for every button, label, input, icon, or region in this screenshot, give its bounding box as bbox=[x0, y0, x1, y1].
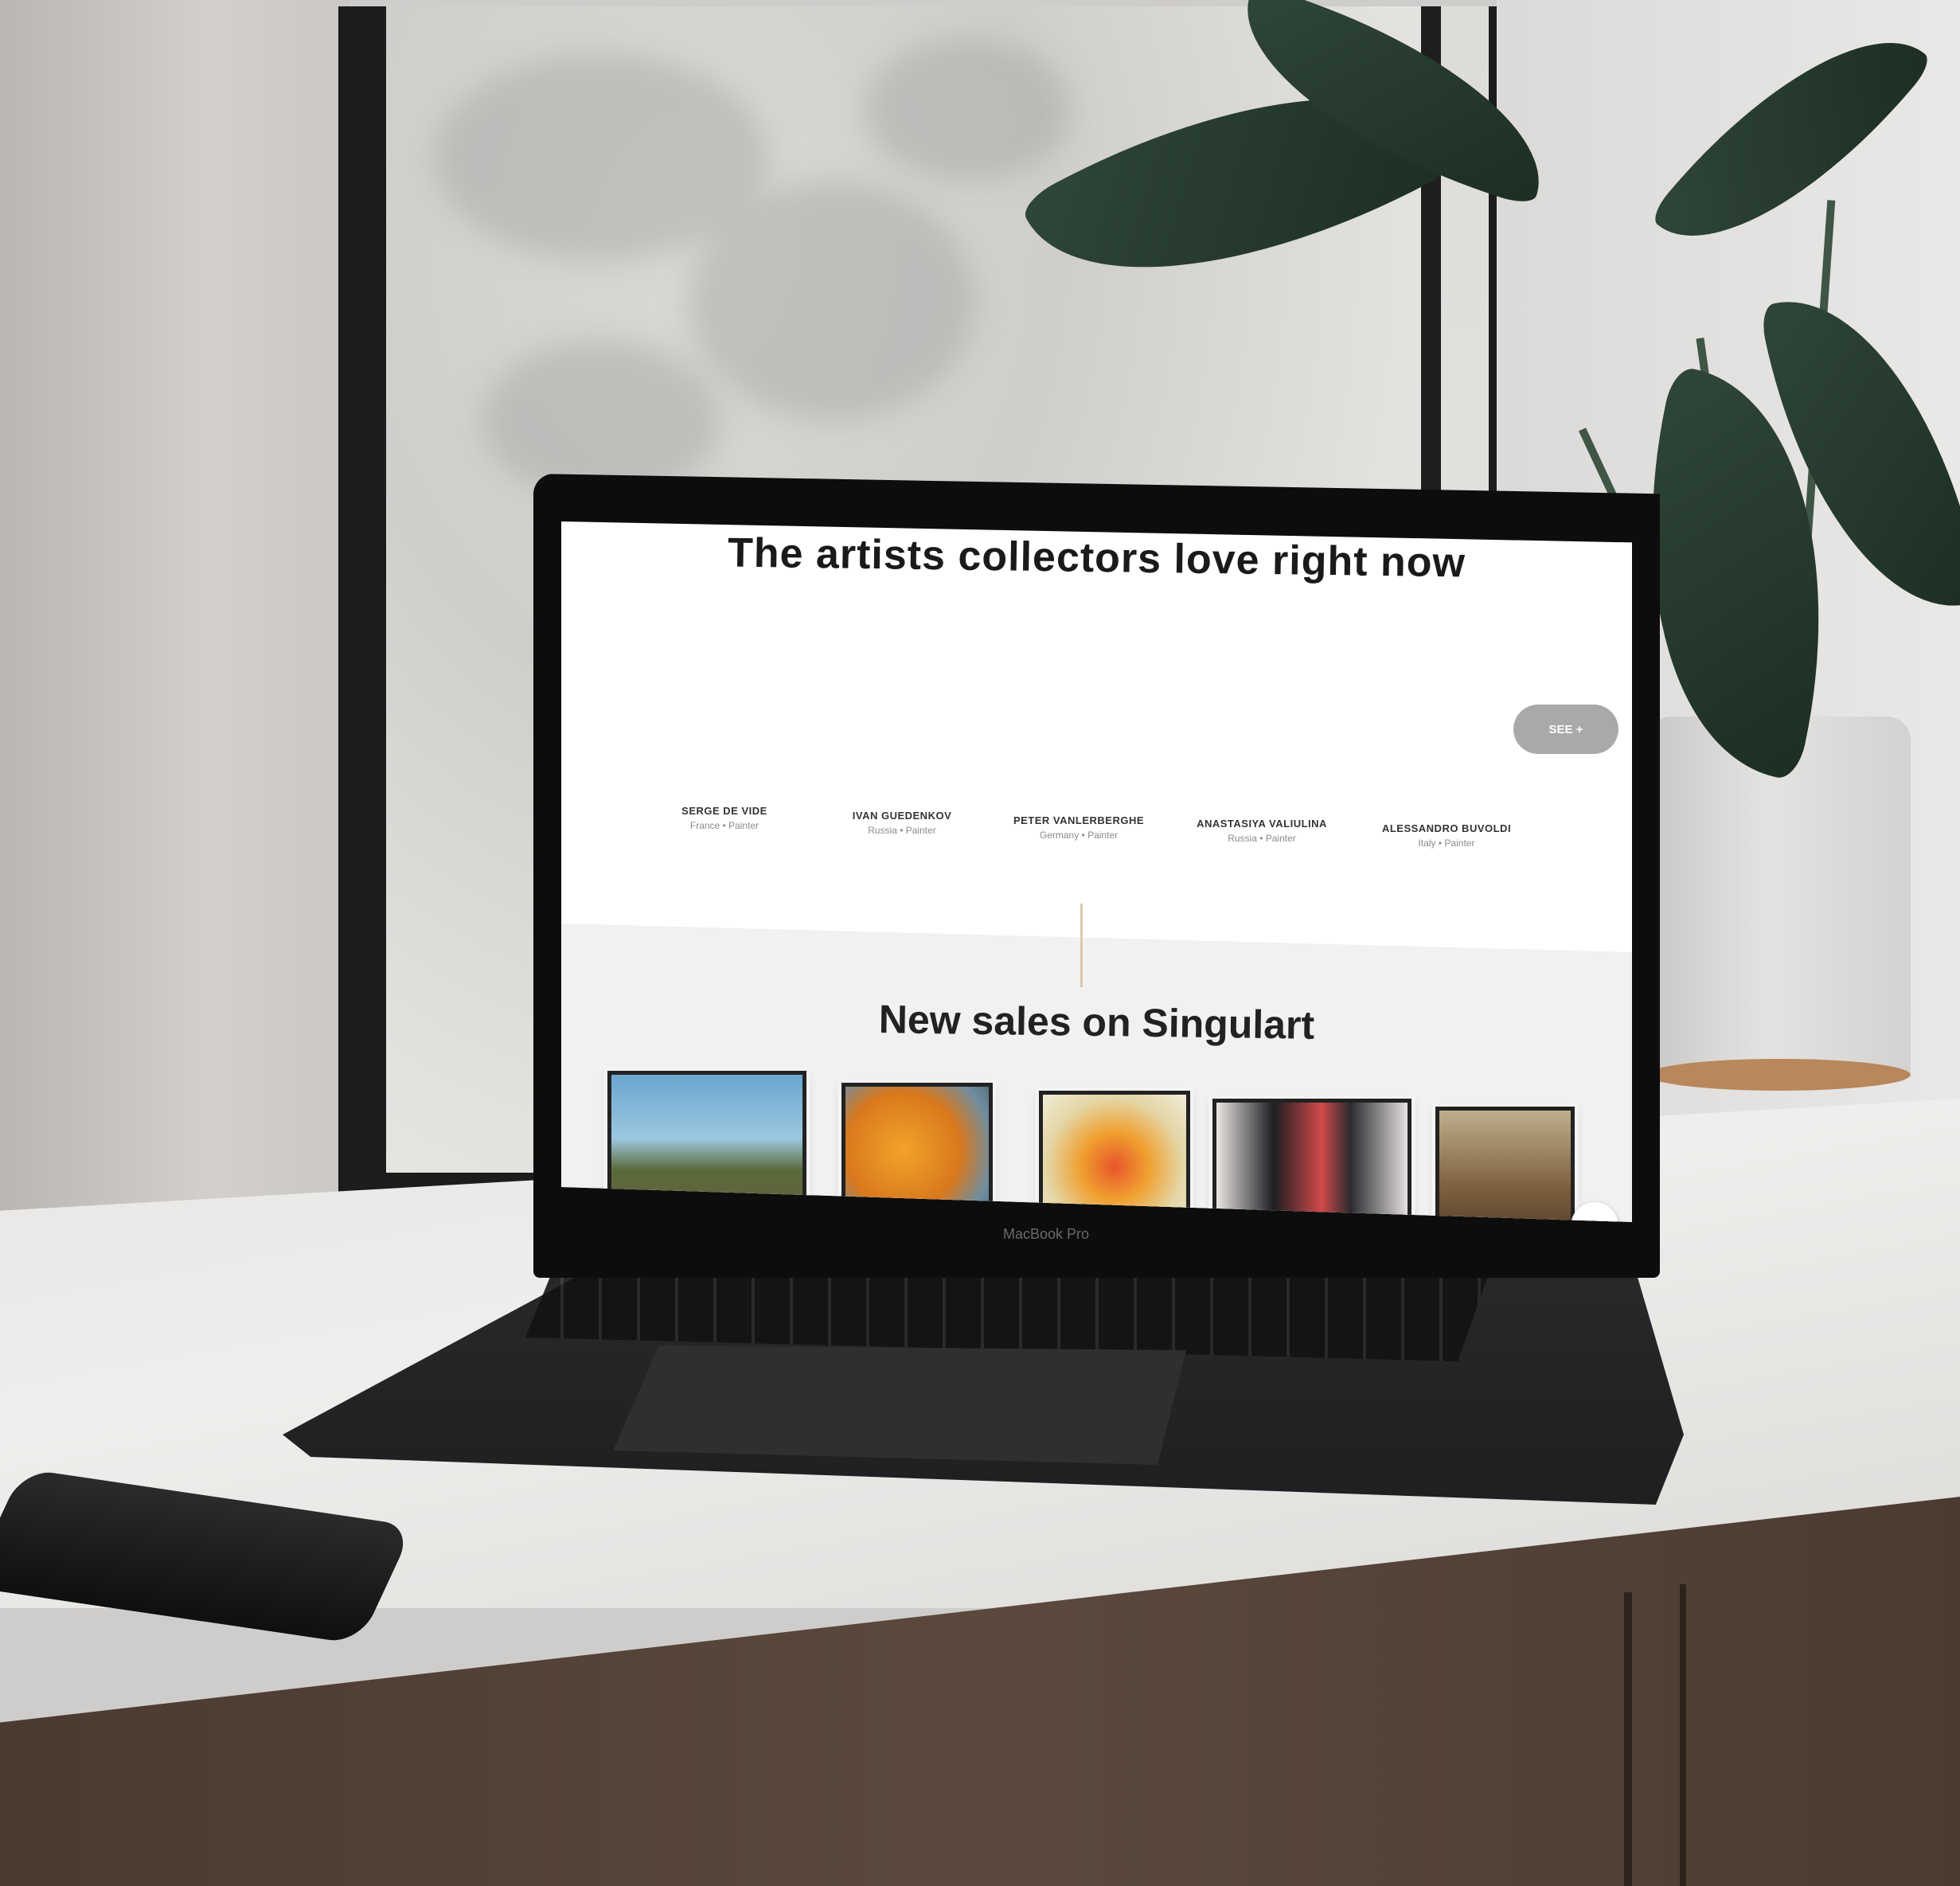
artist-card[interactable]: SERGE DE VIDE France • Painter bbox=[645, 805, 804, 831]
plant-pot-base bbox=[1648, 1059, 1911, 1091]
left-wall bbox=[0, 0, 350, 1337]
artist-country: Russia • Painter bbox=[1228, 833, 1296, 844]
artwork-thumbnail[interactable] bbox=[1435, 1107, 1575, 1222]
artist-name: ANASTASIYA VALIULINA bbox=[1197, 818, 1327, 830]
artist-country: Germany • Painter bbox=[1039, 830, 1119, 841]
artist-country: France • Painter bbox=[689, 820, 759, 831]
section-divider-line bbox=[1080, 904, 1083, 987]
artist-card[interactable]: IVAN GUEDENKOV Russia • Painter bbox=[822, 810, 982, 836]
cabinet-seam bbox=[1680, 1584, 1686, 1886]
artist-country: Italy • Painter bbox=[1418, 838, 1475, 849]
artist-name: ALESSANDRO BUVOLDI bbox=[1381, 822, 1512, 834]
artwork-thumbnail[interactable] bbox=[1212, 1099, 1411, 1222]
see-more-button[interactable]: SEE + bbox=[1513, 705, 1618, 754]
cabinet-seam bbox=[1624, 1592, 1632, 1886]
laptop-screen: The artists collectors love right now SE… bbox=[561, 521, 1632, 1222]
artist-name: PETER VANLERBERGHE bbox=[1013, 814, 1145, 826]
artist-card[interactable]: PETER VANLERBERGHE Germany • Painter bbox=[999, 814, 1158, 841]
laptop-model-label: MacBook Pro bbox=[1003, 1226, 1090, 1242]
photo-scene: MacBook Pro The artists collectors love … bbox=[0, 0, 1960, 1886]
laptop-trackpad bbox=[613, 1345, 1186, 1465]
artist-name: SERGE DE VIDE bbox=[681, 805, 767, 817]
artwork-thumbnail[interactable] bbox=[1039, 1091, 1190, 1222]
artist-card[interactable]: ALESSANDRO BUVOLDI Italy • Painter bbox=[1367, 822, 1526, 849]
artist-name: IVAN GUEDENKOV bbox=[852, 810, 952, 822]
artist-card[interactable]: ANASTASIYA VALIULINA Russia • Painter bbox=[1182, 818, 1341, 844]
artist-country: Russia • Painter bbox=[868, 825, 936, 836]
